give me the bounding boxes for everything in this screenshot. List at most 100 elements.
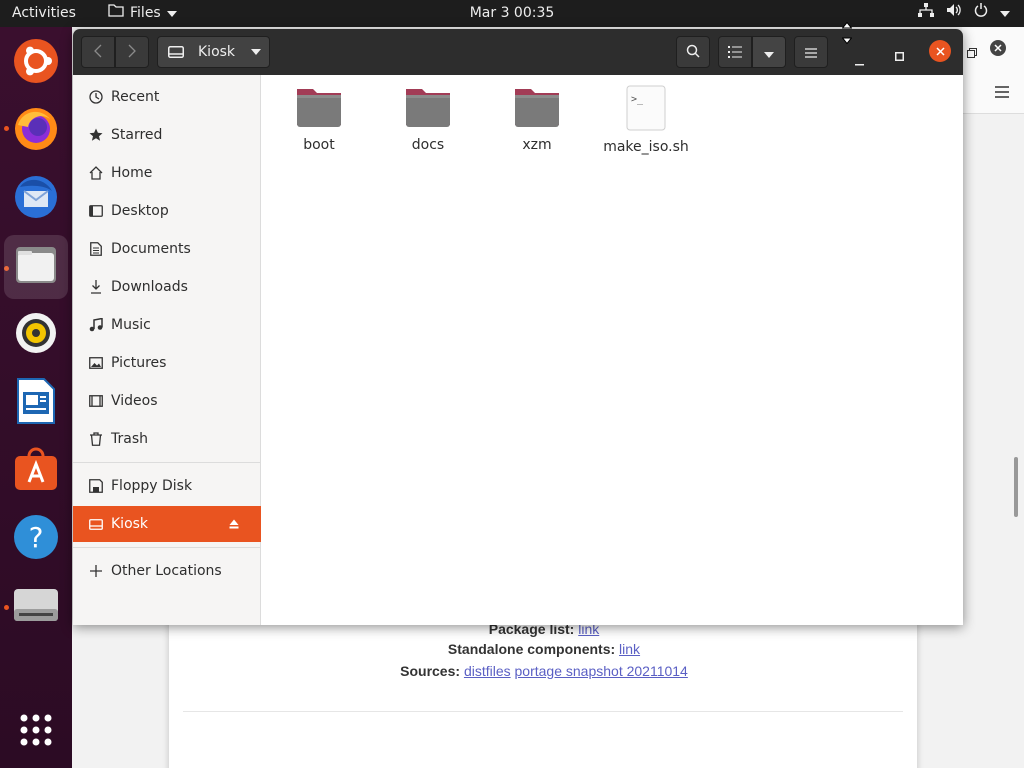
standalone-link[interactable]: link <box>619 641 640 657</box>
app-menu-files[interactable]: Files <box>108 0 177 27</box>
dock-thunderbird[interactable] <box>4 167 68 231</box>
trash-icon <box>87 432 105 446</box>
sidebar-item-floppy[interactable]: Floppy Disk <box>73 468 261 504</box>
svg-text:?: ? <box>29 521 44 554</box>
sidebar-item-label: Floppy Disk <box>111 478 193 494</box>
music-icon <box>87 318 105 332</box>
help-icon: ? <box>13 514 59 564</box>
chevron-down-icon <box>166 0 177 27</box>
close-icon[interactable] <box>990 40 1006 56</box>
drive-icon <box>168 46 184 58</box>
chevron-right-icon <box>128 43 136 62</box>
sidebar-item-label: Kiosk <box>111 516 149 532</box>
network-icon[interactable] <box>918 0 934 27</box>
system-tray[interactable] <box>918 0 1010 27</box>
file-item-make-iso[interactable]: >_ make_iso.sh <box>596 85 696 156</box>
sidebar-item-label: Downloads <box>111 279 188 295</box>
folder-icon <box>295 85 343 133</box>
browser-toolbar-fragment <box>962 27 1024 114</box>
terminal-script-icon: >_ <box>626 85 666 135</box>
clock-label[interactable]: Mar 3 00:35 <box>470 5 555 21</box>
dock-software[interactable] <box>4 439 68 503</box>
sidebar-item-label: Documents <box>111 241 191 257</box>
view-list-button[interactable] <box>718 36 752 68</box>
file-item-xzm[interactable]: xzm <box>487 85 587 154</box>
folder-icon <box>513 85 561 133</box>
sidebar-item-label: Home <box>111 165 153 181</box>
power-icon[interactable] <box>974 0 988 27</box>
download-icon <box>87 280 105 294</box>
sidebar-item-downloads[interactable]: Downloads <box>73 269 261 305</box>
grid-icon <box>20 714 52 750</box>
picture-icon <box>87 357 105 369</box>
menu-icon[interactable] <box>995 83 1009 102</box>
sidebar-item-videos[interactable]: Videos <box>73 383 261 419</box>
clock-icon <box>87 90 105 104</box>
libreoffice-writer-icon <box>16 378 56 428</box>
chevron-left-icon <box>94 43 102 62</box>
sidebar-item-kiosk[interactable]: Kiosk <box>73 506 261 542</box>
sidebar-item-desktop[interactable]: Desktop <box>73 193 261 229</box>
view-options-button[interactable] <box>752 36 786 68</box>
dock-files[interactable] <box>4 235 68 299</box>
eject-icon[interactable] <box>229 519 239 529</box>
ubuntu-logo-icon <box>12 37 60 89</box>
file-item-docs[interactable]: docs <box>378 85 478 154</box>
dock-drive[interactable] <box>4 575 68 639</box>
sidebar-item-home[interactable]: Home <box>73 155 261 191</box>
chevron-down-icon[interactable] <box>251 49 262 55</box>
show-apps-button[interactable] <box>4 700 68 764</box>
search-button[interactable] <box>676 36 710 68</box>
sidebar-item-label: Videos <box>111 393 158 409</box>
activities-button[interactable]: Activities <box>12 0 76 27</box>
scrollbar[interactable] <box>1014 457 1018 517</box>
star-icon <box>87 128 105 142</box>
plus-icon <box>87 565 105 577</box>
close-icon <box>935 46 945 56</box>
sidebar-item-starred[interactable]: Starred <box>73 117 261 153</box>
chevron-down-icon[interactable] <box>1000 0 1010 27</box>
video-icon <box>87 395 105 407</box>
close-window-button[interactable] <box>929 40 951 62</box>
dock-ubuntu[interactable] <box>4 31 68 95</box>
chevron-down-icon <box>764 43 774 62</box>
dock-rhythmbox[interactable] <box>4 303 68 367</box>
dock: ? <box>0 27 72 768</box>
main-menu-button[interactable] <box>794 36 828 68</box>
sidebar-item-trash[interactable]: Trash <box>73 421 261 457</box>
standalone-line: Standalone components: link <box>447 641 641 657</box>
sidebar-item-music[interactable]: Music <box>73 307 261 343</box>
dock-writer[interactable] <box>4 371 68 435</box>
dock-firefox[interactable] <box>4 99 68 163</box>
file-view[interactable]: boot docs xzm >_ make_iso.sh <box>262 75 963 625</box>
volume-icon[interactable] <box>946 0 962 27</box>
home-icon <box>87 166 105 180</box>
speaker-icon <box>14 311 58 359</box>
list-view-icon <box>728 43 742 62</box>
sidebar-item-pictures[interactable]: Pictures <box>73 345 261 381</box>
sidebar: Recent Starred Home Desktop Documents Do… <box>73 75 261 625</box>
folder-icon <box>108 0 124 27</box>
file-item-boot[interactable]: boot <box>269 85 369 154</box>
back-button[interactable] <box>81 36 115 68</box>
portage-snapshot-link[interactable]: portage snapshot 20211014 <box>515 663 688 679</box>
sidebar-item-other-locations[interactable]: Other Locations <box>73 553 261 589</box>
minimize-icon[interactable] <box>855 51 864 70</box>
sidebar-item-documents[interactable]: Documents <box>73 231 261 267</box>
dock-help[interactable]: ? <box>4 507 68 571</box>
sidebar-item-recent[interactable]: Recent <box>73 79 261 115</box>
file-name: make_iso.sh <box>603 139 689 155</box>
file-name: boot <box>303 137 335 153</box>
maximize-icon[interactable] <box>895 46 904 65</box>
sidebar-separator <box>73 547 261 548</box>
location-button[interactable]: Kiosk <box>157 36 270 68</box>
file-name: xzm <box>522 137 552 153</box>
restore-window-icon[interactable] <box>967 43 977 62</box>
files-icon <box>14 243 58 291</box>
distfiles-link[interactable]: distfiles <box>464 663 511 679</box>
location-label: Kiosk <box>198 44 236 60</box>
sidebar-item-label: Music <box>111 317 151 333</box>
forward-button[interactable] <box>115 36 149 68</box>
sidebar-item-label: Desktop <box>111 203 169 219</box>
drive-icon <box>13 585 59 629</box>
